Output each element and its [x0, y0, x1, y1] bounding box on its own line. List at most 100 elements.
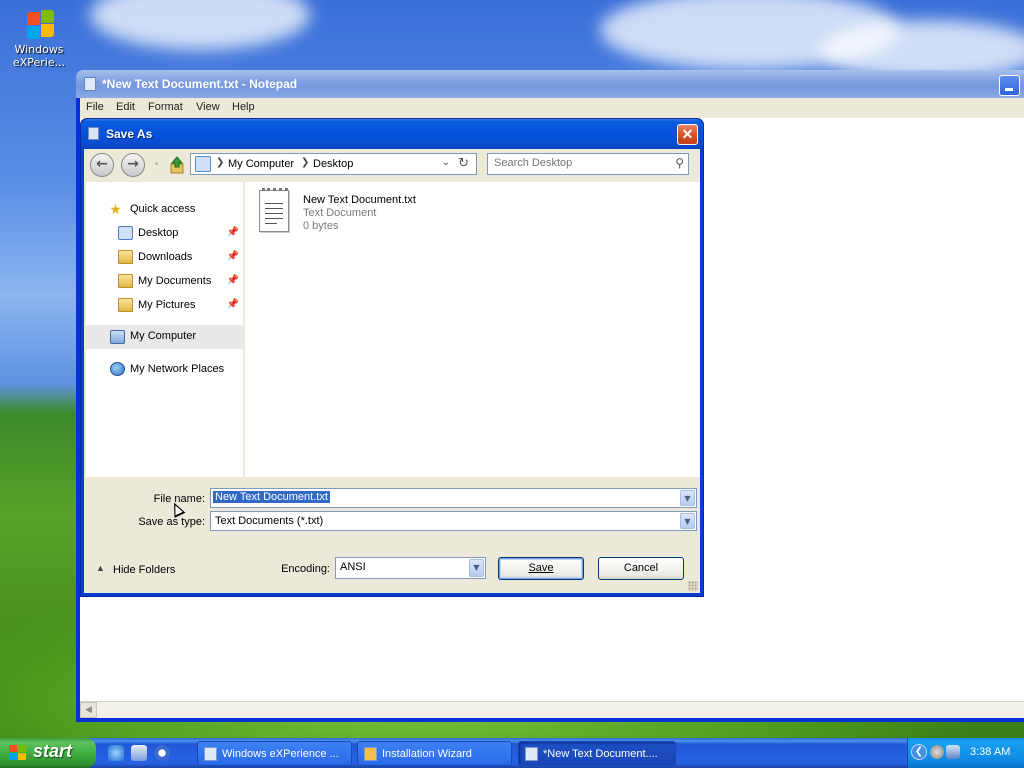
arrow-left-icon: ←: [96, 156, 108, 172]
nav-item-downloads[interactable]: Downloads 📌: [86, 247, 243, 269]
pin-icon[interactable]: 📌: [227, 227, 239, 238]
back-button[interactable]: ←: [90, 153, 114, 177]
menu-format[interactable]: Format: [148, 101, 183, 113]
minimize-button[interactable]: [999, 75, 1020, 96]
encoding-value: ANSI: [340, 561, 366, 573]
forward-button[interactable]: →: [121, 153, 145, 177]
taskbar-item-windows-experience[interactable]: Windows eXPerience ...: [197, 741, 352, 766]
text-document-icon: [259, 188, 289, 232]
menu-view[interactable]: View: [196, 101, 220, 113]
my-computer-icon: [110, 330, 125, 344]
search-box[interactable]: ⚲: [487, 153, 689, 175]
taskbar-item-notepad[interactable]: *New Text Document....: [518, 741, 676, 766]
nav-label: Quick access: [130, 203, 196, 215]
close-button[interactable]: ✕: [677, 124, 698, 145]
dialog-titlebar[interactable]: Save As ✕: [81, 119, 703, 149]
breadcrumb-my-computer[interactable]: My Computer: [228, 158, 294, 170]
nav-label: My Pictures: [138, 299, 196, 311]
search-icon[interactable]: ⚲: [675, 156, 684, 170]
nav-quick-access[interactable]: ★ Quick access: [86, 199, 243, 221]
encoding-select[interactable]: ANSI ▼: [335, 557, 486, 579]
nav-item-my-pictures[interactable]: My Pictures 📌: [86, 295, 243, 317]
desktop-icon-windows-experience[interactable]: Windows eXPerie...: [8, 8, 70, 69]
chevron-down-icon[interactable]: ▼: [469, 559, 484, 577]
taskbar-item-installation-wizard[interactable]: Installation Wizard: [357, 741, 512, 766]
volume-icon[interactable]: [930, 745, 944, 759]
start-button[interactable]: start: [0, 738, 96, 768]
save-button-label: Save: [528, 562, 554, 574]
chevron-right-icon: ❯: [301, 157, 310, 168]
chevron-up-icon: ▲: [96, 563, 105, 573]
hide-folders-label: Hide Folders: [113, 564, 176, 576]
dialog-body: ← → • ❯ My Computer ❯ Desktop ⌄ ↻ ⚲ ★ Qu…: [84, 149, 700, 593]
wizard-icon: [364, 747, 377, 761]
up-folder-icon[interactable]: [169, 156, 185, 174]
nav-my-computer[interactable]: My Computer: [86, 325, 243, 349]
chevron-down-icon[interactable]: ▼: [680, 513, 695, 529]
file-item[interactable]: New Text Document.txt Text Document 0 by…: [259, 188, 519, 238]
task-label: Installation Wizard: [382, 748, 472, 760]
pin-icon[interactable]: 📌: [227, 275, 239, 286]
file-name: New Text Document.txt: [303, 194, 416, 206]
nav-label: My Documents: [138, 275, 212, 287]
save-type-value: Text Documents (*.txt): [215, 515, 324, 527]
save-as-dialog: Save As ✕ ← → • ❯ My Computer ❯ Desktop …: [80, 118, 704, 597]
dialog-app-icon: [88, 127, 99, 140]
nav-item-my-documents[interactable]: My Documents 📌: [86, 271, 243, 293]
arrow-right-icon: →: [127, 156, 139, 172]
notepad-menubar: File Edit Format View Help: [80, 98, 1024, 118]
task-label: *New Text Document....: [543, 748, 658, 760]
taskbar: start Windows eXPerience ... Installatio…: [0, 738, 1024, 768]
search-input[interactable]: [494, 157, 664, 169]
chevron-left-icon[interactable]: ❮: [911, 744, 927, 760]
system-tray: ❮ 3:38 AM: [907, 738, 1024, 768]
nav-item-desktop[interactable]: Desktop 📌: [86, 223, 243, 245]
chevron-down-icon[interactable]: ⌄: [442, 157, 450, 168]
clock[interactable]: 3:38 AM: [970, 746, 1010, 758]
cancel-button[interactable]: Cancel: [598, 557, 684, 580]
pin-icon[interactable]: 📌: [227, 299, 239, 310]
file-name-value: New Text Document.txt: [213, 491, 330, 503]
resize-grip[interactable]: [688, 581, 698, 591]
desktop-icon: [118, 226, 133, 240]
pin-icon[interactable]: 📌: [227, 251, 239, 262]
internet-explorer-icon[interactable]: [108, 745, 124, 761]
file-name-label: File name:: [153, 493, 205, 505]
nav-label: Downloads: [138, 251, 193, 263]
recent-locations-icon[interactable]: •: [154, 160, 159, 170]
file-list-pane[interactable]: New Text Document.txt Text Document 0 by…: [245, 182, 700, 477]
network-icon: [110, 362, 125, 376]
menu-help[interactable]: Help: [232, 101, 255, 113]
save-type-label: Save as type:: [138, 516, 205, 528]
dialog-title: Save As: [106, 127, 153, 141]
menu-edit[interactable]: Edit: [116, 101, 135, 113]
refresh-icon[interactable]: ↻: [458, 156, 469, 171]
start-label: start: [33, 741, 73, 761]
file-name-field[interactable]: New Text Document.txt ▼: [210, 488, 697, 508]
navigation-pane: ★ Quick access Desktop 📌 Downloads 📌 My …: [86, 182, 243, 477]
notepad-icon: [525, 747, 538, 761]
menu-file[interactable]: File: [86, 101, 104, 113]
media-player-icon[interactable]: [154, 745, 170, 761]
nav-label: My Computer: [130, 330, 197, 342]
show-desktop-icon[interactable]: [131, 745, 147, 761]
windows-logo-icon: [9, 745, 26, 760]
nav-my-network-places[interactable]: My Network Places: [86, 359, 243, 381]
horizontal-scrollbar[interactable]: ◀: [80, 701, 1024, 718]
chevron-down-icon[interactable]: ▼: [680, 490, 695, 506]
notepad-titlebar[interactable]: *New Text Document.txt - Notepad: [76, 70, 1024, 98]
nav-label: Desktop: [138, 227, 179, 239]
network-tray-icon[interactable]: [946, 745, 960, 759]
address-bar[interactable]: ❯ My Computer ❯ Desktop ⌄ ↻: [190, 153, 477, 175]
save-type-select[interactable]: Text Documents (*.txt) ▼: [210, 511, 697, 531]
notepad-app-icon: [84, 77, 96, 91]
save-button[interactable]: Save: [498, 557, 584, 580]
pictures-folder-icon: [118, 298, 133, 312]
windows-logo-icon: [23, 8, 55, 40]
breadcrumb-desktop[interactable]: Desktop: [313, 158, 353, 170]
notepad-title: *New Text Document.txt - Notepad: [102, 77, 298, 91]
my-computer-icon: [195, 156, 211, 172]
folder-icon: [118, 250, 133, 264]
encoding-label: Encoding:: [281, 563, 330, 575]
scroll-left-icon[interactable]: ◀: [80, 702, 97, 718]
